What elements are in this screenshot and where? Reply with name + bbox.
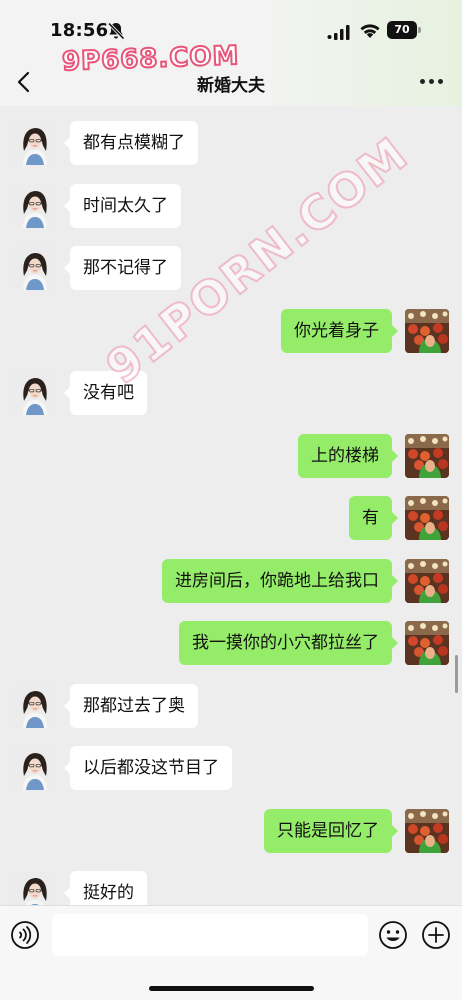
outgoing-message-bubble[interactable]: 进房间后，你跪地上给我口 — [162, 559, 398, 603]
contact-avatar[interactable] — [13, 246, 57, 290]
contact-avatar[interactable] — [13, 684, 57, 728]
my-avatar[interactable] — [405, 621, 449, 665]
incoming-message-bubble[interactable]: 那不记得了 — [64, 246, 181, 290]
message-row: 那不记得了 — [0, 246, 462, 292]
wifi-icon — [360, 24, 380, 38]
message-row: 有 — [0, 496, 462, 542]
incoming-message-bubble[interactable]: 时间太久了 — [64, 184, 181, 228]
emoji-icon[interactable] — [378, 920, 408, 950]
bell-off-icon — [107, 22, 125, 40]
incoming-message-bubble[interactable]: 都有点模糊了 — [64, 121, 198, 165]
contact-avatar[interactable] — [13, 121, 57, 165]
message-input[interactable] — [52, 914, 368, 956]
incoming-message-bubble[interactable]: 那都过去了奥 — [64, 684, 198, 728]
message-row: 我一摸你的小穴都拉丝了 — [0, 621, 462, 667]
outgoing-message-bubble[interactable]: 只能是回忆了 — [264, 809, 398, 853]
outgoing-message-bubble[interactable]: 我一摸你的小穴都拉丝了 — [179, 621, 398, 665]
contact-avatar[interactable] — [13, 371, 57, 415]
home-indicator — [149, 986, 314, 991]
signal-icon — [327, 25, 350, 40]
battery-icon: 70 — [387, 21, 421, 39]
incoming-message-bubble[interactable]: 以后都没这节目了 — [64, 746, 232, 790]
incoming-message-bubble[interactable]: 没有吧 — [64, 371, 147, 415]
status-time: 18:56 — [50, 20, 109, 41]
message-row: 都有点模糊了 — [0, 121, 462, 167]
message-row: 上的楼梯 — [0, 434, 462, 480]
message-row: 时间太久了 — [0, 184, 462, 230]
message-row: 进房间后，你跪地上给我口 — [0, 559, 462, 605]
plus-icon[interactable] — [421, 920, 451, 950]
battery-level: 70 — [394, 23, 410, 36]
my-avatar[interactable] — [405, 434, 449, 478]
my-avatar[interactable] — [405, 809, 449, 853]
top-bar: 18:56 70 9P668.COM 新婚大夫 — [0, 0, 462, 106]
voice-icon[interactable] — [10, 920, 40, 950]
my-avatar[interactable] — [405, 309, 449, 353]
chat-title: 新婚大夫 — [197, 76, 265, 96]
message-row: 没有吧 — [0, 371, 462, 417]
my-avatar[interactable] — [405, 559, 449, 603]
message-row: 以后都没这节目了 — [0, 746, 462, 792]
contact-avatar[interactable] — [13, 184, 57, 228]
message-row: 只能是回忆了 — [0, 809, 462, 855]
contact-avatar[interactable] — [13, 746, 57, 790]
more-button[interactable] — [420, 78, 444, 86]
outgoing-message-bubble[interactable]: 你光着身子 — [281, 309, 398, 353]
message-row: 你光着身子 — [0, 309, 462, 355]
scrollbar[interactable] — [455, 655, 458, 693]
input-bar — [0, 905, 462, 1000]
message-row: 那都过去了奥 — [0, 684, 462, 730]
outgoing-message-bubble[interactable]: 有 — [349, 496, 398, 540]
outgoing-message-bubble[interactable]: 上的楼梯 — [298, 434, 398, 478]
my-avatar[interactable] — [405, 496, 449, 540]
